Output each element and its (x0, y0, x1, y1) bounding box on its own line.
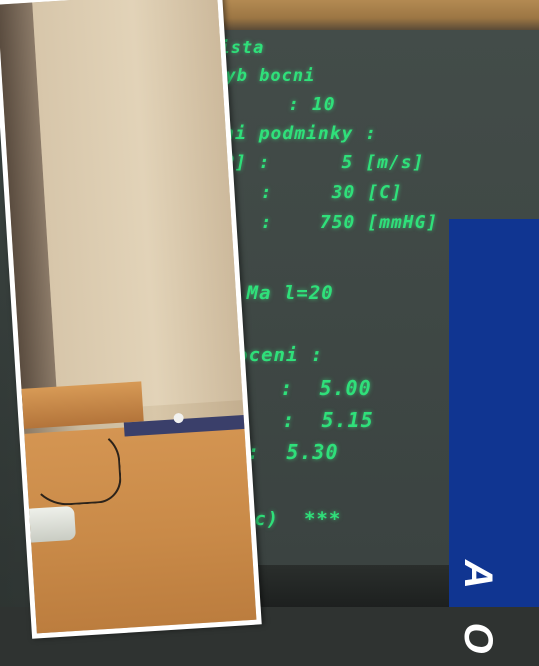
office-photo (0, 0, 257, 634)
keyboard (19, 505, 77, 544)
wall (32, 0, 257, 412)
photo-inset (0, 0, 262, 639)
banner-logo-text: A O (456, 560, 500, 666)
blue-banner (449, 219, 539, 607)
